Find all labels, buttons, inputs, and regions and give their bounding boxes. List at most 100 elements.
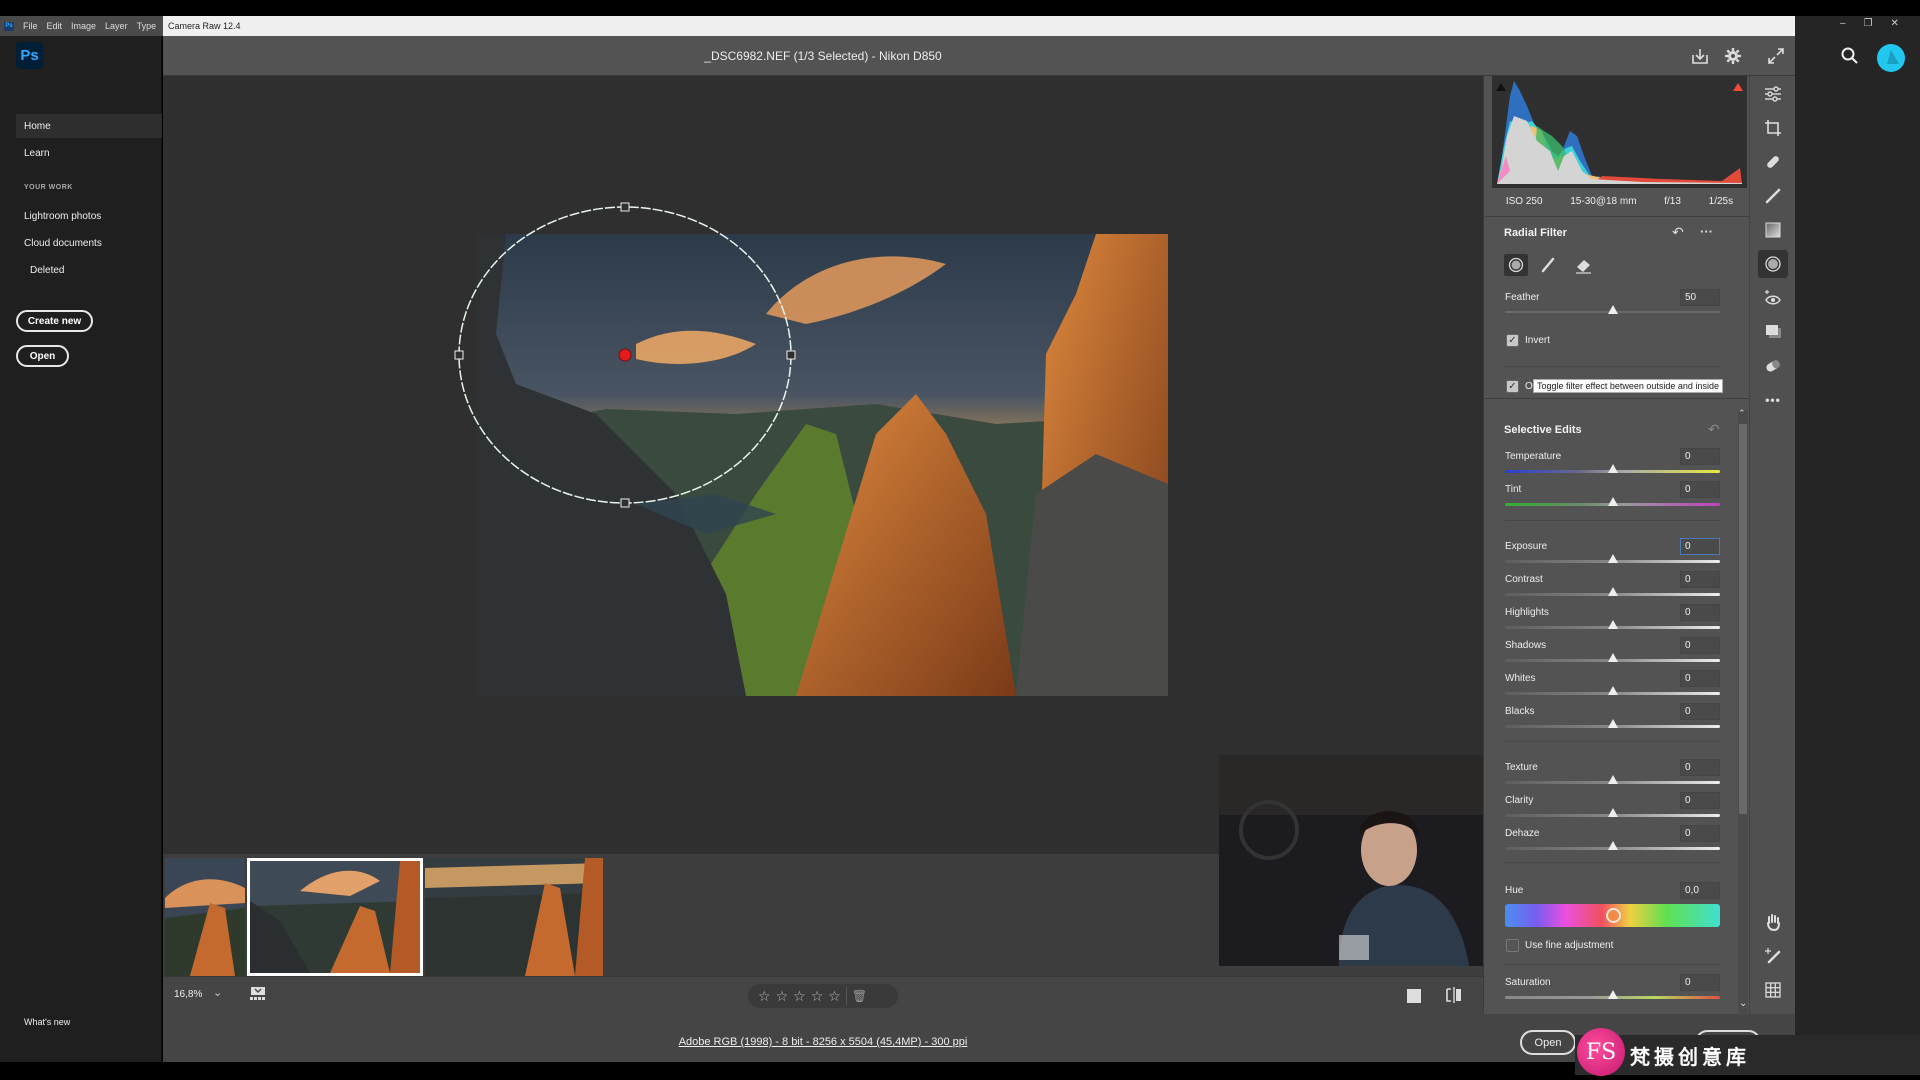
menu-layer[interactable]: Layer xyxy=(105,21,128,31)
sidebar-item-cloud-documents[interactable]: Cloud documents xyxy=(16,231,162,255)
radial-mode-button[interactable] xyxy=(1504,254,1528,276)
reset-radial-filter-icon[interactable]: ↶ xyxy=(1672,224,1690,240)
more-tools-icon[interactable]: ••• xyxy=(1758,386,1788,414)
shadows-value-input[interactable]: 0 xyxy=(1680,637,1720,654)
temperature-value-input[interactable]: 0 xyxy=(1680,448,1720,465)
feather-slider-thumb[interactable] xyxy=(1607,305,1618,314)
whats-new-link[interactable]: What's new xyxy=(16,1010,162,1034)
hue-value-input[interactable]: 0,0 xyxy=(1680,882,1720,899)
highlight-clipping-warning-icon[interactable] xyxy=(1732,79,1744,91)
tint-value-input[interactable]: 0 xyxy=(1680,481,1720,498)
scroll-up-chevron-icon[interactable]: ⌃ xyxy=(1738,408,1746,419)
shadows-slider-thumb[interactable] xyxy=(1607,653,1618,662)
reset-selective-edits-icon[interactable]: ↶ xyxy=(1708,421,1720,438)
whites-slider-thumb[interactable] xyxy=(1607,686,1618,695)
open-button[interactable]: Open xyxy=(1520,1030,1576,1055)
contrast-value-input[interactable]: 0 xyxy=(1680,571,1720,588)
more-options-icon[interactable]: ··· xyxy=(1700,224,1718,240)
presets-icon[interactable] xyxy=(1758,352,1788,380)
fullscreen-icon[interactable] xyxy=(1766,46,1786,66)
saturation-slider-thumb[interactable] xyxy=(1607,990,1618,999)
blacks-slider-thumb[interactable] xyxy=(1607,719,1618,728)
crop-icon[interactable] xyxy=(1758,114,1788,142)
scroll-down-chevron-icon[interactable]: ⌄ xyxy=(1739,998,1747,1009)
temperature-slider[interactable]: Temperature 0 xyxy=(1505,448,1720,481)
save-image-icon[interactable] xyxy=(1690,46,1710,66)
filmstrip-thumb-2-selected[interactable] xyxy=(247,858,423,976)
hue-control[interactable]: Hue 0,0 xyxy=(1505,882,1720,932)
eraser-mode-icon[interactable] xyxy=(1573,256,1593,274)
minimize-button[interactable]: – xyxy=(1840,18,1846,29)
single-view-icon[interactable] xyxy=(1407,989,1421,1003)
close-button[interactable]: ✕ xyxy=(1891,18,1899,29)
texture-value-input[interactable]: 0 xyxy=(1680,759,1720,776)
tint-slider[interactable]: Tint 0 xyxy=(1505,481,1720,514)
sidebar-item-lightroom-photos[interactable]: Lightroom photos xyxy=(16,204,162,228)
texture-slider[interactable]: Texture 0 xyxy=(1505,759,1720,792)
dehaze-slider[interactable]: Dehaze 0 xyxy=(1505,825,1720,858)
blacks-value-input[interactable]: 0 xyxy=(1680,703,1720,720)
tint-slider-thumb[interactable] xyxy=(1607,497,1618,506)
whites-slider[interactable]: Whites 0 xyxy=(1505,670,1720,703)
color-sampler-icon[interactable] xyxy=(1758,942,1788,970)
blacks-slider[interactable]: Blacks 0 xyxy=(1505,703,1720,736)
brush-icon[interactable] xyxy=(1758,182,1788,210)
snapshots-icon[interactable] xyxy=(1758,318,1788,346)
edit-sliders-icon[interactable] xyxy=(1758,80,1788,108)
user-avatar[interactable] xyxy=(1877,44,1905,72)
healing-bandage-icon[interactable] xyxy=(1758,148,1788,176)
exposure-value-input[interactable]: 0 xyxy=(1680,538,1720,555)
filmstrip-thumb-1[interactable] xyxy=(165,858,245,976)
rating-star-1-icon[interactable]: ☆ xyxy=(758,988,771,1005)
clarity-slider[interactable]: Clarity 0 xyxy=(1505,792,1720,825)
panel-scrollbar-thumb[interactable] xyxy=(1739,424,1747,814)
highlights-slider[interactable]: Highlights 0 xyxy=(1505,604,1720,637)
grid-overlay-icon[interactable] xyxy=(1758,976,1788,1004)
invert-checkbox[interactable]: ✓ xyxy=(1506,334,1519,347)
use-fine-adjustment-checkbox[interactable] xyxy=(1506,939,1519,952)
exposure-slider[interactable]: Exposure 0 xyxy=(1505,538,1720,571)
zoom-dropdown-chevron-icon[interactable]: ⌄ xyxy=(213,986,222,999)
saturation-value-input[interactable]: 0 xyxy=(1680,974,1720,991)
sidebar-item-home[interactable]: Home xyxy=(16,114,162,138)
temperature-slider-thumb[interactable] xyxy=(1607,464,1618,473)
menu-edit[interactable]: Edit xyxy=(47,21,63,31)
hue-picker-thumb[interactable] xyxy=(1605,908,1621,923)
menu-image[interactable]: Image xyxy=(71,21,96,31)
workflow-options-link[interactable]: Adobe RGB (1998) - 8 bit - 8256 x 5504 (… xyxy=(163,1036,1483,1048)
filmstrip-thumb-3[interactable] xyxy=(425,858,603,976)
rating-star-3-icon[interactable]: ☆ xyxy=(793,988,806,1005)
whites-value-input[interactable]: 0 xyxy=(1680,670,1720,687)
radial-filter-overlay[interactable] xyxy=(440,190,800,520)
restore-button[interactable]: ❐ xyxy=(1864,18,1873,29)
settings-gear-icon[interactable] xyxy=(1723,46,1743,66)
rating-star-4-icon[interactable]: ☆ xyxy=(811,988,824,1005)
feather-value-input[interactable]: 50 xyxy=(1680,289,1720,306)
menu-type[interactable]: Type xyxy=(137,21,157,31)
shadow-clipping-warning-icon[interactable] xyxy=(1495,79,1507,91)
clarity-value-input[interactable]: 0 xyxy=(1680,792,1720,809)
texture-slider-thumb[interactable] xyxy=(1607,775,1618,784)
zoom-level[interactable]: 16,8% xyxy=(174,989,202,1000)
saturation-slider[interactable]: Saturation 0 xyxy=(1505,974,1720,1007)
linear-gradient-icon[interactable] xyxy=(1758,216,1788,244)
menu-file[interactable]: File xyxy=(23,21,38,31)
brush-mode-icon[interactable] xyxy=(1539,256,1557,274)
dehaze-value-input[interactable]: 0 xyxy=(1680,825,1720,842)
radial-filter-tool-icon[interactable] xyxy=(1758,250,1788,278)
create-new-button[interactable]: Create new xyxy=(16,310,93,332)
contrast-slider[interactable]: Contrast 0 xyxy=(1505,571,1720,604)
exposure-slider-thumb[interactable] xyxy=(1607,554,1618,563)
shadows-slider[interactable]: Shadows 0 xyxy=(1505,637,1720,670)
contrast-slider-thumb[interactable] xyxy=(1607,587,1618,596)
overlay-checkbox[interactable]: ✓ xyxy=(1506,380,1519,393)
highlights-slider-thumb[interactable] xyxy=(1607,620,1618,629)
rating-star-2-icon[interactable]: ☆ xyxy=(776,988,789,1005)
sidebar-item-deleted[interactable]: Deleted xyxy=(16,258,162,282)
delete-trash-icon[interactable]: 🗑 xyxy=(852,989,867,1003)
panel-scrollbar[interactable]: ⌃ ⌄ xyxy=(1738,408,1748,1015)
sidebar-item-learn[interactable]: Learn xyxy=(16,141,162,165)
red-eye-icon[interactable] xyxy=(1758,284,1788,312)
rating-star-5-icon[interactable]: ☆ xyxy=(828,988,841,1005)
search-icon[interactable] xyxy=(1840,46,1860,66)
